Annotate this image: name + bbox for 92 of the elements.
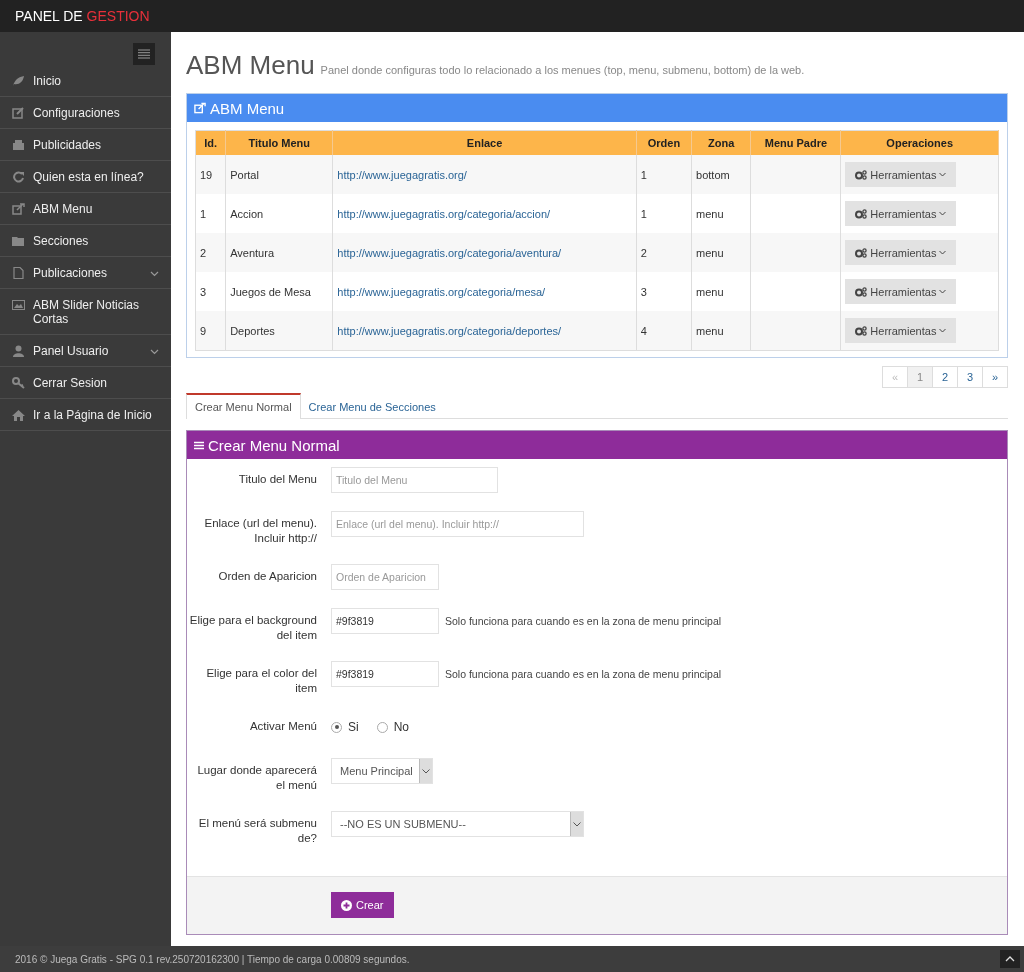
tools-dropdown-button[interactable]: Herramientas xyxy=(845,240,957,265)
pagination-link[interactable]: 2 xyxy=(932,366,958,388)
panel-title: Crear Menu Normal xyxy=(208,436,340,454)
field-label: Lugar donde aparecerá el menú xyxy=(196,763,318,793)
caret-icon xyxy=(939,211,947,216)
menu-item-icon xyxy=(12,235,25,247)
gears-icon xyxy=(855,325,868,336)
tools-dropdown-button[interactable]: Herramientas xyxy=(845,279,957,304)
column-header: Operaciones xyxy=(840,130,999,155)
field-label: El menú será submenu de? xyxy=(197,816,318,846)
gears-icon xyxy=(855,169,868,180)
caret-icon xyxy=(939,328,947,333)
caret-icon xyxy=(939,289,947,294)
help-text: Solo funciona para cuando es en la zona de menu principal xyxy=(445,615,722,627)
table-cell: 2 xyxy=(195,233,226,272)
gears-icon xyxy=(855,286,868,297)
column-header: Enlace xyxy=(332,130,637,155)
menu-item-icon xyxy=(12,75,25,87)
table-cell: 19 xyxy=(195,155,226,194)
table-cell: menu xyxy=(691,233,751,272)
column-header: Orden xyxy=(636,130,692,155)
pagination-link[interactable]: 3 xyxy=(957,366,983,388)
footer-text: 2016 © Juega Gratis - SPG 0.1 rev.250720162300 | Tiempo de carga 0.00809 segundos. xyxy=(15,953,410,965)
gears-icon xyxy=(855,208,868,219)
menu-toggle-button[interactable] xyxy=(133,43,155,65)
chevron-up-icon xyxy=(1005,956,1015,962)
menu-item-icon xyxy=(12,299,25,311)
help-text: Solo funciona para cuando es en la zona de menu principal xyxy=(445,668,722,680)
radio-label: No xyxy=(393,720,409,734)
table-cell: 1 xyxy=(636,155,692,194)
pagination-link[interactable]: » xyxy=(982,366,1008,388)
field-label: Orden de Aparicion xyxy=(217,569,318,584)
table-cell: Deportes xyxy=(225,311,333,351)
select-field[interactable]: Menu Principal xyxy=(331,758,433,784)
column-header: Menu Padre xyxy=(751,130,841,155)
field-label: Elige para el background del item xyxy=(188,613,318,643)
column-header: Titulo Menu xyxy=(225,130,333,155)
field-label: Elige para el color del item xyxy=(205,666,318,696)
panel-title: ABM Menu xyxy=(210,99,285,117)
menu-item-icon xyxy=(12,409,25,421)
table-cell: bottom xyxy=(691,155,751,194)
menu-item-icon xyxy=(12,345,25,357)
tools-dropdown-button[interactable]: Herramientas xyxy=(845,318,957,343)
column-header: Id. xyxy=(195,130,226,155)
select-field[interactable]: --NO ES UN SUBMENU-- xyxy=(331,811,584,837)
caret-icon xyxy=(939,172,947,177)
tools-dropdown-button[interactable]: Herramientas xyxy=(845,162,957,187)
input-field[interactable]: Enlace (url del menu). Incluir http:// xyxy=(331,511,584,537)
table-cell: 2 xyxy=(636,233,692,272)
input-field[interactable]: Titulo del Menu xyxy=(331,467,498,493)
table-cell: menu xyxy=(691,311,751,351)
caret-icon xyxy=(939,250,947,255)
radio-option[interactable]: No xyxy=(376,714,409,740)
input-field[interactable]: #9f3819 xyxy=(331,661,439,687)
input-field[interactable]: Orden de Aparicion xyxy=(331,564,439,590)
field-label: Titulo del Menu xyxy=(237,472,318,487)
menu-item-icon xyxy=(12,377,25,389)
table-cell: Aventura xyxy=(225,233,333,272)
create-button[interactable]: Crear xyxy=(331,892,394,918)
menu-item-icon xyxy=(12,139,25,151)
column-header: Zona xyxy=(691,130,751,155)
hamburger-icon xyxy=(138,49,150,59)
external-link-icon xyxy=(194,102,206,114)
input-field[interactable]: #9f3819 xyxy=(331,608,439,634)
radio-label: Si xyxy=(348,720,359,734)
menu-link[interactable]: http://www.juegagratis.org/ xyxy=(337,168,467,181)
menu-item-icon xyxy=(12,171,25,183)
menu-link[interactable]: http://www.juegagratis.org/categoria/accion/ xyxy=(337,207,551,220)
menu-link[interactable]: http://www.juegagratis.org/categoria/mesa/ xyxy=(337,285,546,298)
table-cell: Portal xyxy=(225,155,333,194)
list-icon xyxy=(194,440,204,450)
tab[interactable]: Crear Menu de Secciones xyxy=(300,393,444,418)
tab[interactable]: Crear Menu Normal xyxy=(186,393,301,419)
page-title: ABM Menu xyxy=(186,50,315,81)
menu-item-icon xyxy=(12,107,25,119)
brand-logo[interactable]: PANEL DE GESTION xyxy=(15,8,150,24)
caret-icon xyxy=(573,821,581,827)
menu-item-icon xyxy=(12,267,25,279)
caret-icon xyxy=(422,768,430,774)
field-label: Enlace (url del menu). Incluir http:// xyxy=(203,516,318,546)
table-cell: 9 xyxy=(195,311,226,351)
table-cell: 4 xyxy=(636,311,692,351)
tools-dropdown-button[interactable]: Herramientas xyxy=(845,201,957,226)
scroll-top-button[interactable] xyxy=(1000,950,1020,968)
menu-item-icon xyxy=(12,203,25,215)
plus-circle-icon xyxy=(341,899,352,911)
chevron-down-icon xyxy=(150,271,159,277)
radio-option[interactable]: Si xyxy=(331,714,359,740)
chevron-down-icon xyxy=(150,349,159,355)
gears-icon xyxy=(855,247,868,258)
field-label: Activar Menú xyxy=(248,719,318,734)
page-subtitle: Panel donde configuras todo lo relacionado a los menues (top, menu, submenu, bottom) de la web. xyxy=(320,64,805,76)
